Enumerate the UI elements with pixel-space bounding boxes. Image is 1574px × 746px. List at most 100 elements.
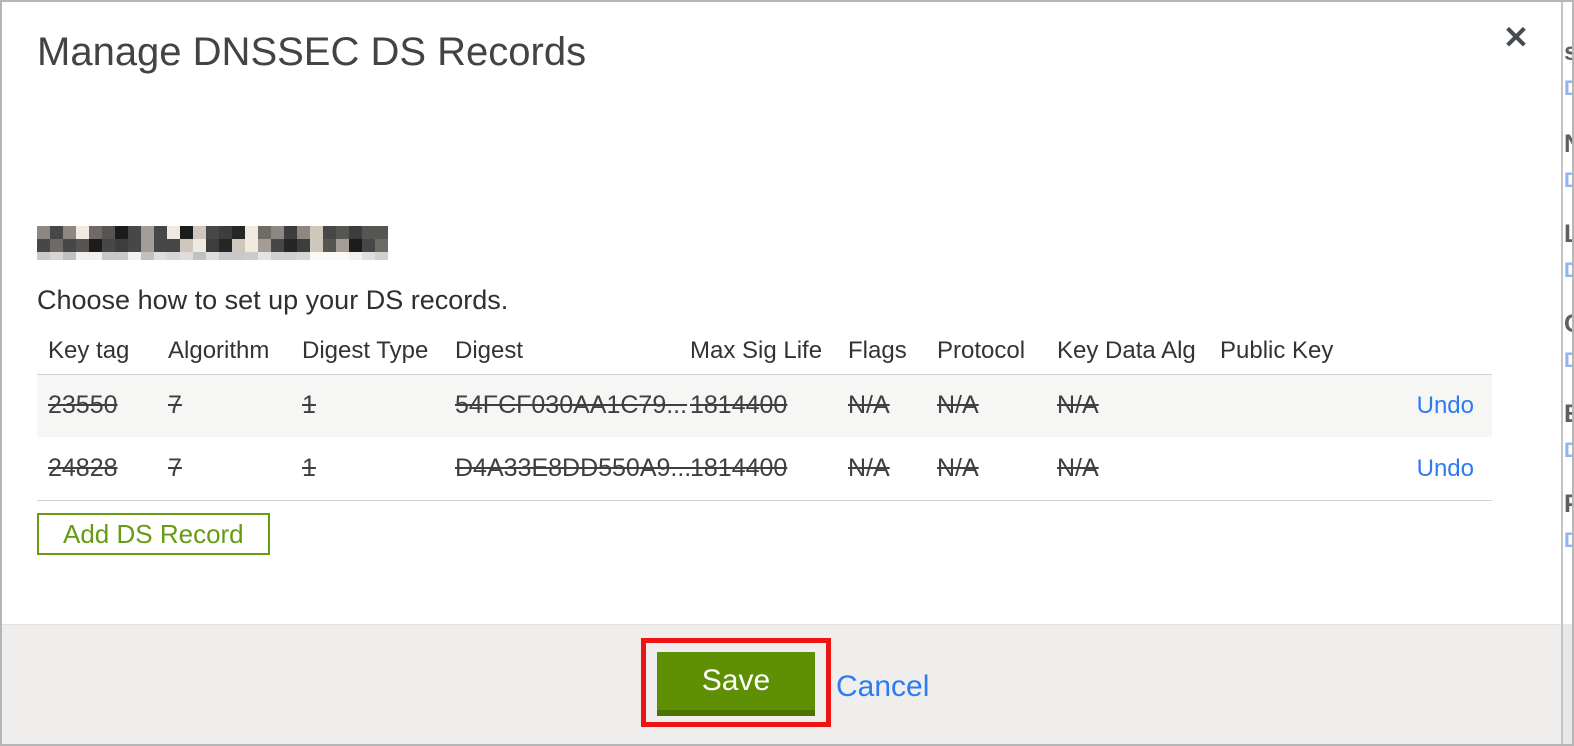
redaction-pixel <box>271 226 284 239</box>
redaction-pixel <box>154 252 167 260</box>
redaction-pixel <box>349 226 362 239</box>
cell-protocol: N/A <box>937 374 1057 437</box>
column-header-key-tag: Key tag <box>37 329 168 375</box>
cell-flags: N/A <box>848 437 937 501</box>
redaction-pixel <box>76 252 89 260</box>
ds-records-instruction: Choose how to set up your DS records. <box>37 285 509 315</box>
redaction-pixel <box>89 239 102 252</box>
background-text-fragment: s <box>1564 40 1572 65</box>
cell-max-sig-life: 1814400 <box>690 437 848 501</box>
redaction-pixel <box>323 252 336 260</box>
redaction-pixel <box>128 226 141 239</box>
redaction-pixel <box>128 252 141 260</box>
redaction-pixel <box>50 252 63 260</box>
cell-actions: Undo <box>1360 374 1492 437</box>
redaction-pixel <box>141 252 154 260</box>
redaction-pixel <box>102 226 115 239</box>
undo-link[interactable]: Undo <box>1417 455 1474 482</box>
screenshot-frame: sDNDLDCDEDPD Manage DNSSEC DS Records ✕ … <box>0 0 1574 746</box>
redaction-pixel <box>102 239 115 252</box>
redaction-pixel <box>297 239 310 252</box>
cell-digest-type: 1 <box>302 374 455 437</box>
cell-public-key <box>1220 374 1360 437</box>
annotation-highlight-box: Save <box>641 638 831 727</box>
redaction-pixel <box>349 239 362 252</box>
redaction-pixel <box>362 226 375 239</box>
redaction-pixel <box>232 252 245 260</box>
redaction-pixel <box>167 226 180 239</box>
redaction-pixel <box>37 239 50 252</box>
redaction-pixel <box>219 226 232 239</box>
column-header-digest: Digest <box>455 329 690 375</box>
redaction-pixel <box>50 226 63 239</box>
cell-digest: 54FCF030AA1C79... <box>455 374 690 437</box>
redaction-pixel <box>232 239 245 252</box>
redaction-pixel <box>232 226 245 239</box>
cell-algorithm: 7 <box>168 437 302 501</box>
background-text-fragment: D <box>1564 170 1572 191</box>
redaction-pixel <box>310 239 323 252</box>
redaction-pixel <box>63 239 76 252</box>
redaction-pixel <box>63 252 76 260</box>
redaction-pixel <box>76 239 89 252</box>
cell-algorithm: 7 <box>168 374 302 437</box>
cell-key-data-alg: N/A <box>1057 374 1220 437</box>
redaction-pixel <box>310 226 323 239</box>
background-footer-sliver <box>1563 624 1572 744</box>
redaction-pixel <box>245 239 258 252</box>
redaction-pixel <box>193 239 206 252</box>
cell-key-tag: 23550 <box>37 374 168 437</box>
column-header-digest-type: Digest Type <box>302 329 455 375</box>
redaction-pixel <box>180 226 193 239</box>
page-title: Manage DNSSEC DS Records <box>37 30 587 74</box>
cell-digest-type: 1 <box>302 437 455 501</box>
redaction-pixel <box>258 226 271 239</box>
redaction-pixel <box>258 239 271 252</box>
background-text-fragment: D <box>1564 78 1572 99</box>
redaction-pixel <box>271 252 284 260</box>
background-text-fragment: D <box>1564 260 1572 281</box>
column-header-flags: Flags <box>848 329 937 375</box>
cell-key-tag: 24828 <box>37 437 168 501</box>
close-icon[interactable]: ✕ <box>1503 22 1529 53</box>
background-page-sliver: sDNDLDCDEDPD <box>1563 2 1572 744</box>
redaction-pixel <box>167 239 180 252</box>
background-text-fragment: L <box>1564 222 1572 247</box>
redaction-pixel <box>362 252 375 260</box>
redaction-pixel <box>297 226 310 239</box>
background-text-fragment: D <box>1564 530 1572 551</box>
column-header-key-data-alg: Key Data Alg <box>1057 329 1220 375</box>
redaction-pixel <box>167 252 180 260</box>
cell-key-data-alg: N/A <box>1057 437 1220 501</box>
redaction-pixel <box>115 226 128 239</box>
redaction-pixel <box>375 239 388 252</box>
undo-link[interactable]: Undo <box>1417 392 1474 419</box>
redaction-pixel <box>297 252 310 260</box>
table-header-row: Key tag Algorithm Digest Type Digest Max… <box>37 329 1492 375</box>
save-button[interactable]: Save <box>657 652 815 716</box>
redaction-pixel <box>37 226 50 239</box>
background-text-fragment: P <box>1564 492 1572 517</box>
cell-max-sig-life: 1814400 <box>690 374 848 437</box>
redaction-pixel <box>284 252 297 260</box>
redaction-pixel <box>336 239 349 252</box>
redaction-pixel <box>206 239 219 252</box>
redaction-pixel <box>349 252 362 260</box>
redaction-pixel <box>323 239 336 252</box>
redaction-pixel <box>115 252 128 260</box>
redaction-pixel <box>115 239 128 252</box>
column-header-algorithm: Algorithm <box>168 329 302 375</box>
cancel-button[interactable]: Cancel <box>836 670 929 704</box>
redaction-pixel <box>362 239 375 252</box>
cell-public-key <box>1220 437 1360 501</box>
add-ds-record-button[interactable]: Add DS Record <box>37 513 270 555</box>
redaction-pixel <box>180 252 193 260</box>
redaction-pixel <box>284 226 297 239</box>
redaction-pixel <box>89 252 102 260</box>
background-text-fragment: N <box>1564 132 1572 157</box>
redaction-pixel <box>323 226 336 239</box>
redaction-pixel <box>336 252 349 260</box>
redaction-pixel <box>219 252 232 260</box>
redaction-pixel <box>180 239 193 252</box>
background-text-fragment: E <box>1564 402 1572 427</box>
